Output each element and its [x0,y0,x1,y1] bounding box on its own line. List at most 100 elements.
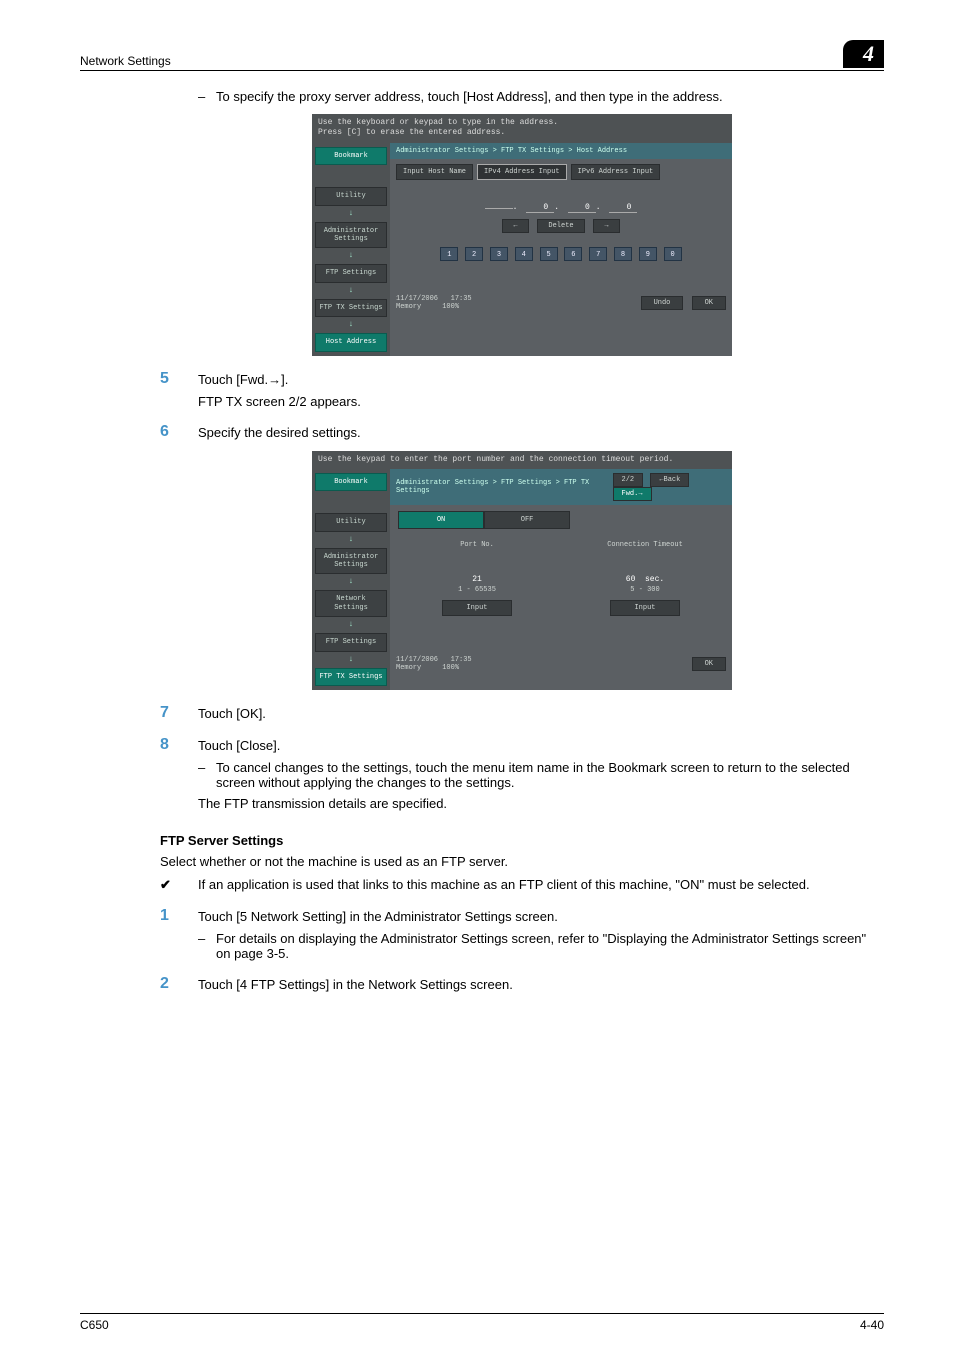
dash-icon: – [198,89,216,104]
section-step-2-num: 2 [160,975,198,993]
page-footer: C650 4-40 [80,1313,884,1332]
section-step-1: 1 Touch [5 Network Setting] in the Admin… [160,907,884,925]
key-0[interactable]: 0 [664,247,682,261]
key-3[interactable]: 3 [490,247,508,261]
section-step-1-sub-text: For details on displaying the Administra… [216,931,884,961]
port-value: 21 [398,575,556,584]
section-step-1-num: 1 [160,907,198,925]
section-step-1-sub: – For details on displaying the Administ… [198,931,884,961]
tab-ipv4-input[interactable]: IPv4 Address Input [477,164,567,180]
step-6-text: Specify the desired settings. [198,423,884,440]
instruction-text: Use the keyboard or keypad to type in th… [312,114,732,143]
down-arrow-icon: ↓ [315,621,387,629]
key-5[interactable]: 5 [540,247,558,261]
main-panel: Administrator Settings > FTP TX Settings… [390,143,732,356]
down-arrow-icon: ↓ [315,321,387,329]
sidebar-admin-settings[interactable]: Administrator Settings [315,222,387,249]
timeout-range: 5 - 300 [566,586,724,594]
undo-button[interactable]: Undo [641,296,684,310]
step-5-num: 5 [160,370,198,388]
status-left: 11/17/2006 17:35 Memory 100% [396,656,472,672]
instruction-text: Use the keypad to enter the port number … [312,451,732,469]
status-mem-pct: 100% [442,664,459,672]
down-arrow-icon: ↓ [315,287,387,295]
sidebar-utility[interactable]: Utility [315,187,387,205]
instr-line1: Use the keyboard or keypad to type in th… [318,118,726,128]
intro-bullet-text: To specify the proxy server address, tou… [216,89,723,104]
tab-ipv6-input[interactable]: IPv6 Address Input [571,164,661,180]
status-date: 11/17/2006 [396,656,438,664]
down-arrow-icon: ↓ [315,252,387,260]
instr-line1: Use the keypad to enter the port number … [318,455,726,465]
sidebar-utility[interactable]: Utility [315,513,387,531]
step-7-num: 7 [160,704,198,722]
check-icon: ✔ [160,877,198,893]
sidebar-ftp-settings[interactable]: FTP Settings [315,264,387,282]
section-intro: Select whether or not the machine is use… [160,854,884,869]
timeout-input-button[interactable]: Input [610,600,680,616]
key-7[interactable]: 7 [589,247,607,261]
tab-input-host-name[interactable]: Input Host Name [396,164,473,180]
ok-button[interactable]: OK [692,657,726,671]
breadcrumb: Administrator Settings > FTP TX Settings… [390,143,732,159]
step-6-num: 6 [160,423,198,441]
status-time: 17:35 [451,656,472,664]
down-arrow-icon: ↓ [315,656,387,664]
timeout-val-unit: sec. [645,575,664,584]
step-8: 8 Touch [Close]. [160,736,884,754]
chapter-number: 4 [843,40,884,68]
status-date: 11/17/2006 [396,295,438,303]
sidebar-ftp-tx[interactable]: FTP TX Settings [315,299,387,317]
sidebar: Bookmark Utility ↓ Administrator Setting… [312,143,390,356]
timeout-column: Connection Timeout 60 sec. 5 - 300 Input [566,541,724,616]
status-mem-pct: 100% [442,303,459,311]
sidebar-host-address[interactable]: Host Address [315,333,387,351]
ip-address-field[interactable]: . 0. 0. 0 [390,203,732,213]
key-1[interactable]: 1 [440,247,458,261]
down-arrow-icon: ↓ [315,536,387,544]
step-8-plain: The FTP transmission details are specifi… [198,796,884,811]
right-arrow-button[interactable]: → [593,219,619,233]
status-buttons: OK [688,657,726,671]
bookmark-button[interactable]: Bookmark [315,473,387,491]
step-8-sub: – To cancel changes to the settings, tou… [198,760,884,790]
status-time: 17:35 [451,295,472,303]
sidebar-ftp-tx[interactable]: FTP TX Settings [315,668,387,686]
status-bar: 11/17/2006 17:35 Memory 100% OK [390,652,732,676]
sidebar-admin-settings[interactable]: Administrator Settings [315,548,387,575]
key-9[interactable]: 9 [639,247,657,261]
control-row: ← Delete → [390,219,732,233]
step-7: 7 Touch [OK]. [160,704,884,722]
status-left: 11/17/2006 17:35 Memory 100% [396,295,472,311]
step-5-sub: FTP TX screen 2/2 appears. [198,394,884,409]
left-arrow-button[interactable]: ← [502,219,528,233]
dash-icon: – [198,760,216,790]
key-8[interactable]: 8 [614,247,632,261]
off-button[interactable]: OFF [484,511,570,529]
footer-left: C650 [80,1318,109,1332]
key-2[interactable]: 2 [465,247,483,261]
ok-button[interactable]: OK [692,296,726,310]
fwd-button[interactable]: Fwd.→ [613,487,652,501]
key-6[interactable]: 6 [564,247,582,261]
port-input-button[interactable]: Input [442,600,512,616]
ip-seg-4: 0 [609,203,637,213]
sidebar-ftp-settings[interactable]: FTP Settings [315,633,387,651]
sidebar-network-settings[interactable]: Network Settings [315,590,387,617]
main-panel: Administrator Settings > FTP Settings > … [390,469,732,690]
on-button[interactable]: ON [398,511,484,529]
delete-button[interactable]: Delete [537,219,584,233]
key-4[interactable]: 4 [515,247,533,261]
back-button[interactable]: ←Back [650,473,689,487]
instr-line2: Press [C] to erase the entered address. [318,128,726,138]
step-5: 5 Touch [Fwd.→]. [160,370,884,388]
status-bar: 11/17/2006 17:35 Memory 100% Undo OK [390,291,732,315]
port-column: Port No. 21 1 - 65535 Input [398,541,556,616]
breadcrumb-text: Administrator Settings > FTP TX Settings… [396,147,627,155]
down-arrow-icon: ↓ [315,578,387,586]
status-mem-label: Memory [396,664,421,672]
sidebar: Bookmark Utility ↓ Administrator Setting… [312,469,390,690]
bookmark-button[interactable]: Bookmark [315,147,387,165]
status-mem-label: Memory [396,303,421,311]
section-step-2-text: Touch [4 FTP Settings] in the Network Se… [198,975,884,992]
